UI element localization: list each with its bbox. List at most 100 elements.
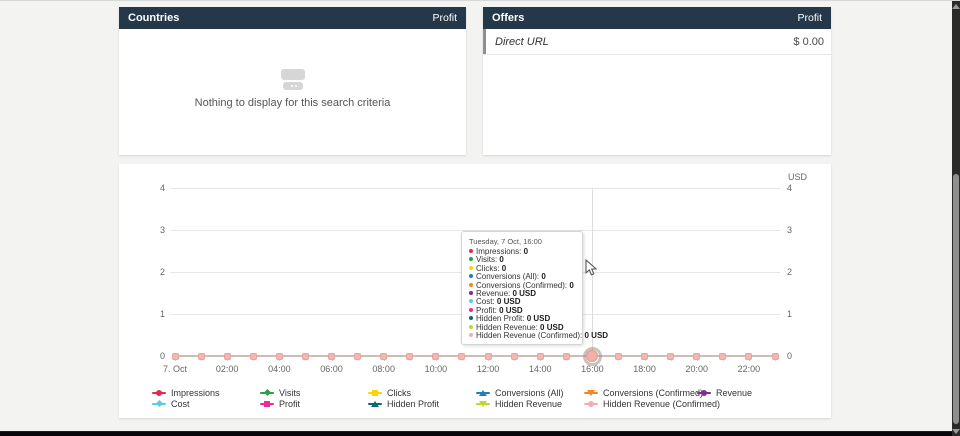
data-point[interactable] [328,353,335,360]
tooltip-series-bullet [469,266,473,270]
data-point[interactable] [772,353,779,360]
legend-item-cost[interactable]: Cost [152,399,190,408]
x-axis-label: 06:00 [312,364,352,374]
x-axis-label: 02:00 [207,364,247,374]
data-point[interactable] [563,353,570,360]
legend-item-hidden-revenue[interactable]: Hidden Revenue [476,399,562,408]
legend-item-revenue[interactable]: Revenue [697,388,752,397]
y-axis-label-left: 1 [143,309,165,319]
legend-item-profit[interactable]: Profit [260,399,300,408]
legend-marker-circle-icon [697,389,711,397]
data-point[interactable] [302,353,309,360]
tooltip-series-bullet [469,249,473,253]
data-point[interactable] [406,353,413,360]
offer-name[interactable]: Direct URL [495,36,549,48]
offer-profit-value: $ 0.00 [793,36,824,48]
scrollbar-thumb[interactable] [953,174,959,424]
tooltip-series-bullet [469,283,473,287]
data-point[interactable] [537,353,544,360]
legend-label: Cost [171,399,190,409]
legend-item-clicks[interactable]: Clicks [368,388,411,397]
offers-profit-column-header[interactable]: Profit [797,12,822,24]
countries-panel-header: Countries Profit [119,7,466,29]
data-point[interactable] [485,353,492,360]
tooltip-series-bullet [469,316,473,320]
legend-marker-square-icon [260,400,274,408]
x-axis-label: 14:00 [520,364,560,374]
data-point[interactable] [432,353,439,360]
offer-row-accent-bar [483,29,486,54]
countries-profit-column-header[interactable]: Profit [432,12,457,24]
legend-item-conversions-all[interactable]: Conversions (All) [476,388,564,397]
legend-marker-triangle-icon [476,389,490,397]
data-point[interactable] [511,353,518,360]
data-point[interactable] [250,353,257,360]
tooltip-series-bullet [469,291,473,295]
offers-panel-header: Offers Profit [483,7,831,29]
y-axis-label-left: 0 [143,351,165,361]
scroll-up-arrow-icon[interactable] [952,4,960,9]
legend-label: Impressions [171,388,220,398]
dashboard-page: { "panels": { "countries": { "title": "C… [0,0,960,436]
tooltip-series-bullet [469,299,473,303]
data-point[interactable] [615,353,622,360]
scroll-down-arrow-icon[interactable] [952,429,960,434]
x-axis-label: 12:00 [468,364,508,374]
legend-label: Conversions (Confirmed) [603,388,703,398]
legend-marker-triangle-down-icon [476,400,490,408]
offer-row-direct-url[interactable]: Direct URL $ 0.00 [483,29,831,55]
data-point[interactable] [641,353,648,360]
tooltip-rows: Impressions: 0Visits: 0Clicks: 0Conversi… [469,248,575,340]
bottom-window-edge [0,431,960,436]
y-axis-label-right: 3 [787,225,809,235]
tooltip-series-bullet [469,333,473,337]
legend-label: Clicks [387,388,411,398]
tooltip-series-bullet [469,325,473,329]
data-point[interactable] [719,353,726,360]
countries-empty-state: Nothing to display for this search crite… [119,69,466,109]
y-axis-label-right: 4 [787,183,809,193]
x-axis-label: 04:00 [259,364,299,374]
legend-label: Profit [279,399,300,409]
y-axis-label-left: 4 [143,183,165,193]
countries-panel: Countries Profit Nothing to display for … [119,7,466,155]
data-point[interactable] [667,353,674,360]
legend-item-conversions-confirmed[interactable]: Conversions (Confirmed) [584,388,703,397]
legend-marker-triangle-icon [368,400,382,408]
data-point[interactable] [224,353,231,360]
data-point[interactable] [276,353,283,360]
x-axis-label: 22:00 [729,364,769,374]
offers-panel-title: Offers [492,12,524,24]
chart-panel: USD 4433221100 7. Oct02:0004:0006:0008:0… [119,164,831,418]
y-axis-label-right: 0 [787,351,809,361]
offers-panel: Offers Profit Direct URL $ 0.00 [483,7,831,155]
legend-label: Visits [279,388,300,398]
data-point[interactable] [693,353,700,360]
vertical-scrollbar[interactable] [952,1,960,436]
legend-item-visits[interactable]: Visits [260,388,300,397]
countries-empty-text: Nothing to display for this search crite… [119,97,466,109]
legend-item-hidden-revenue-confirmed[interactable]: Hidden Revenue (Confirmed) [584,399,720,408]
y-axis-label-left: 2 [143,267,165,277]
countries-panel-title: Countries [128,12,179,24]
legend-label: Hidden Revenue (Confirmed) [603,399,720,409]
tooltip-series-bullet [469,308,473,312]
data-point[interactable] [172,353,179,360]
legend-marker-circle-icon [152,389,166,397]
y-axis-label-right: 1 [787,309,809,319]
legend-marker-triangle-down-icon [584,389,598,397]
data-point[interactable] [354,353,361,360]
legend-label: Hidden Profit [387,399,439,409]
data-point[interactable] [458,353,465,360]
x-axis-label: 16:00 [572,364,612,374]
legend-item-impressions[interactable]: Impressions [152,388,220,397]
legend-label: Conversions (All) [495,388,564,398]
data-point[interactable] [745,353,752,360]
legend-marker-square-icon [368,389,382,397]
tooltip-series-bullet [469,274,473,278]
data-point[interactable] [380,353,387,360]
data-point[interactable] [198,353,205,360]
y-axis-label-left: 3 [143,225,165,235]
legend-item-hidden-profit[interactable]: Hidden Profit [368,399,439,408]
x-axis-label: 20:00 [677,364,717,374]
